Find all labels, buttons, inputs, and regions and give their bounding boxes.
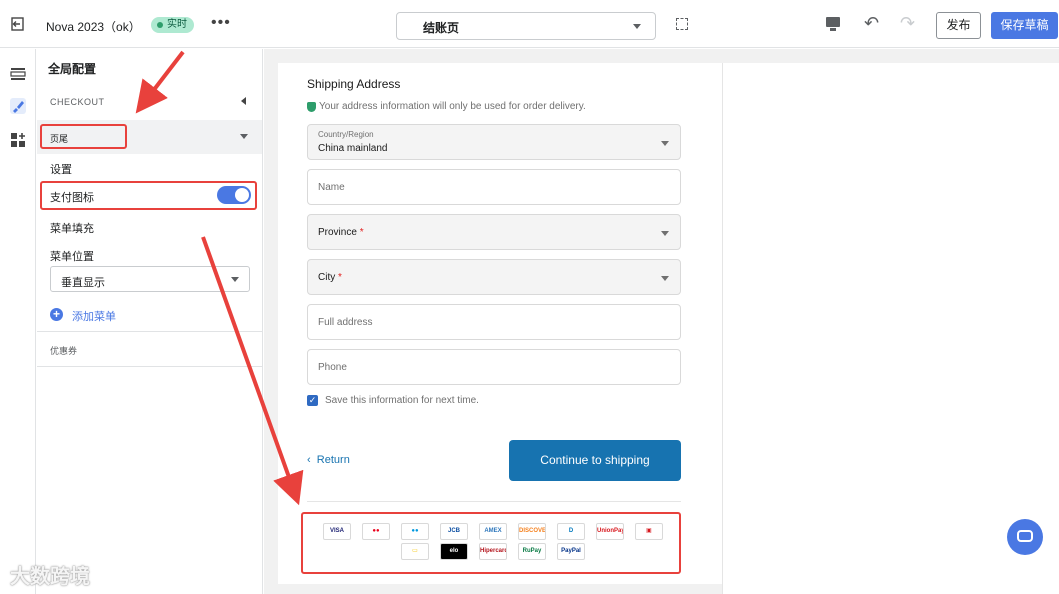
- chevron-down-icon: [661, 141, 669, 146]
- save-info-checkbox[interactable]: ✓: [307, 395, 318, 406]
- shield-icon: [307, 102, 316, 112]
- add-menu-link[interactable]: 添加菜单: [72, 308, 116, 324]
- name-field[interactable]: Name: [307, 169, 681, 205]
- divider: [37, 331, 262, 332]
- phone-placeholder: Phone: [318, 362, 347, 373]
- section-label-checkout: CHECKOUT: [50, 97, 105, 107]
- chevron-down-icon: [661, 276, 669, 281]
- live-status-badge: 实时: [151, 17, 194, 33]
- theme-settings-brush-icon[interactable]: [10, 98, 26, 114]
- required-mark: *: [338, 272, 342, 283]
- store-name: Nova 2023（ok）: [46, 20, 141, 34]
- full-address-placeholder: Full address: [318, 317, 373, 328]
- city-placeholder: City *: [318, 272, 342, 283]
- checkout-page-preview: Shipping Address Your address informatio…: [278, 63, 722, 584]
- watermark: 大数跨境: [10, 566, 90, 588]
- collapse-arrow-icon[interactable]: [241, 97, 246, 105]
- save-draft-button[interactable]: 保存草稿: [991, 12, 1058, 39]
- country-select[interactable]: Country/Region China mainland: [307, 124, 681, 160]
- divider: [37, 366, 262, 367]
- menu-fill-heading: 菜单填充: [50, 223, 94, 235]
- province-placeholder: Province *: [318, 227, 364, 238]
- coupon-section-label[interactable]: 优惠券: [50, 344, 77, 357]
- add-icon[interactable]: +: [50, 308, 63, 321]
- menu-position-value: 垂直显示: [61, 277, 105, 289]
- city-select[interactable]: City *: [307, 259, 681, 295]
- exit-icon[interactable]: [10, 16, 26, 32]
- apps-icon[interactable]: [10, 132, 26, 148]
- more-options-icon[interactable]: •••: [211, 14, 231, 32]
- country-label: Country/Region: [318, 130, 374, 139]
- select-element-icon[interactable]: [676, 18, 688, 30]
- undo-icon[interactable]: ↶: [864, 13, 879, 34]
- annotation-box-payment-toggle: [40, 181, 257, 210]
- chevron-down-icon: [231, 277, 239, 282]
- menu-position-label: 菜单位置: [50, 251, 94, 263]
- chat-support-button[interactable]: [1007, 519, 1043, 555]
- redo-icon[interactable]: ↷: [900, 13, 915, 34]
- required-mark: *: [359, 227, 364, 238]
- desktop-preview-icon[interactable]: [826, 17, 840, 31]
- country-value: China mainland: [318, 143, 388, 154]
- return-link[interactable]: ‹ Return: [307, 454, 350, 466]
- privacy-note-text: Your address information will only be us…: [319, 101, 586, 112]
- chevron-left-icon: ‹: [307, 454, 311, 466]
- settings-heading: 设置: [50, 164, 72, 176]
- save-info-label: Save this information for next time.: [325, 395, 479, 406]
- continue-to-shipping-button[interactable]: Continue to shipping: [509, 440, 681, 481]
- province-select[interactable]: Province *: [307, 214, 681, 250]
- chevron-down-icon: [240, 134, 248, 139]
- divider: [307, 501, 681, 502]
- full-address-field[interactable]: Full address: [307, 304, 681, 340]
- menu-position-select[interactable]: 垂直显示: [50, 266, 250, 292]
- order-summary-pane: [722, 63, 1059, 594]
- page-template-value: 结账页: [423, 21, 460, 35]
- phone-field[interactable]: Phone: [307, 349, 681, 385]
- top-bar: Nova 2023（ok） 实时 ••• 结账页 ↶ ↷ 发布 保存草稿: [0, 0, 1059, 48]
- shipping-address-heading: Shipping Address: [307, 77, 401, 91]
- privacy-note: Your address information will only be us…: [307, 101, 586, 112]
- annotation-box-footer: [40, 124, 127, 149]
- name-placeholder: Name: [318, 182, 345, 193]
- annotation-box-payment-icons: [301, 512, 681, 574]
- panel-title: 全局配置: [48, 62, 97, 76]
- chevron-down-icon: [661, 231, 669, 236]
- left-icon-rail: [0, 49, 36, 594]
- chevron-down-icon: [633, 24, 641, 29]
- page-template-select[interactable]: 结账页: [396, 12, 656, 40]
- sections-icon[interactable]: [10, 66, 26, 82]
- publish-button[interactable]: 发布: [936, 12, 981, 39]
